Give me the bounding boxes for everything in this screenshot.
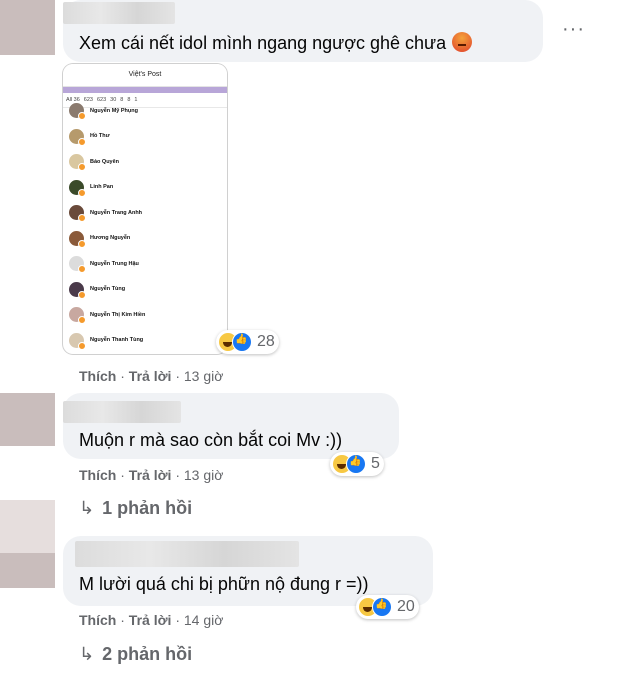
person-name: Nguyễn Trang Anhh: [90, 209, 143, 216]
count-item: 8: [120, 97, 124, 103]
avatar[interactable]: [0, 0, 55, 55]
list-item: Hương Nguyễn: [63, 226, 227, 252]
avatar[interactable]: [0, 500, 55, 588]
separator: ·: [171, 368, 184, 384]
like-reaction-icon: [346, 454, 366, 474]
person-name: Nguyễn Trung Hậu: [90, 260, 139, 267]
avatar: [69, 230, 86, 248]
like-reaction-icon: [372, 597, 392, 617]
replies-count-label: 2 phản hồi: [102, 644, 193, 664]
avatar: [69, 332, 86, 350]
separator: ·: [116, 467, 129, 483]
person-name: Nguyễn Thanh Tùng: [90, 337, 144, 344]
person-name: Hương Nguyễn: [90, 235, 131, 242]
person-name: Linh Pan: [90, 184, 114, 191]
reaction-count: 20: [397, 598, 415, 615]
count-item: 623: [83, 97, 93, 103]
avatar: [69, 154, 86, 172]
view-replies-link[interactable]: ↳ 1 phản hồi: [79, 498, 192, 519]
avatar: [69, 205, 86, 223]
list-item: Bảo Quyên: [63, 149, 227, 175]
reply-arrow-icon: ↳: [79, 498, 95, 518]
avatar: [69, 128, 86, 146]
list-item: Nguyễn Trang Anhh: [63, 200, 227, 226]
view-replies-link[interactable]: ↳ 2 phản hồi: [79, 644, 192, 665]
count-item: 1: [134, 97, 138, 103]
separator: ·: [171, 467, 184, 483]
separator: ·: [116, 612, 129, 628]
list-item: Nguyễn Trung Hậu: [63, 251, 227, 277]
count-item: All 36: [66, 97, 80, 103]
person-name: Hồ Thư: [90, 133, 110, 140]
separator: ·: [116, 368, 129, 384]
attached-image[interactable]: Việt's Post All 36 623 623 30 8 8 1 Nguy…: [63, 64, 227, 354]
reaction-summary[interactable]: 28: [216, 330, 279, 354]
avatar: [69, 307, 86, 325]
comment-timestamp[interactable]: 14 giờ: [184, 612, 224, 628]
avatar: [69, 103, 86, 121]
list-item: Hồ Thư: [63, 124, 227, 150]
comment-timestamp[interactable]: 13 giờ: [184, 467, 224, 483]
replies-count-label: 1 phản hồi: [102, 498, 193, 518]
commenter-name-blurred[interactable]: [63, 401, 181, 423]
reply-link[interactable]: Trả lời: [129, 467, 172, 483]
person-name: Nguyễn Thị Kim Hiền: [90, 311, 146, 318]
comment-actions: Thích · Trả lời · 13 giờ: [79, 368, 223, 384]
reaction-summary[interactable]: 5: [330, 452, 384, 476]
reply-link[interactable]: Trả lời: [129, 368, 172, 384]
list-item: Nguyễn Thanh Tùng: [63, 328, 227, 354]
count-item: 30: [110, 97, 117, 103]
reaction-count: 28: [257, 333, 275, 350]
like-link[interactable]: Thích: [79, 368, 116, 384]
avatar: [69, 281, 86, 299]
comment-text: Muộn r mà sao còn bắt coi Mv :)): [79, 430, 343, 450]
comment-actions: Thích · Trả lời · 13 giờ: [79, 467, 223, 483]
person-name: Nguyễn Tùng: [90, 286, 126, 293]
comment-text-content: Xem cái nết idol mình ngang ngược ghê ch…: [79, 33, 447, 53]
list-item: Nguyễn Tùng: [63, 277, 227, 303]
count-item: 8: [127, 97, 131, 103]
list-item: Nguyễn Thị Kim Hiền: [63, 302, 227, 328]
like-reaction-icon: [232, 332, 252, 352]
attached-image-title: Việt's Post: [63, 64, 227, 87]
avatar: [69, 256, 86, 274]
person-name: Nguyễn Mỹ Phụng: [90, 107, 138, 114]
reaction-summary[interactable]: 20: [356, 595, 419, 619]
comment-actions: Thích · Trả lời · 14 giờ: [79, 612, 223, 628]
comment-timestamp[interactable]: 13 giờ: [184, 368, 224, 384]
avatar[interactable]: [0, 393, 55, 446]
list-item: Linh Pan: [63, 175, 227, 201]
commenter-name-blurred[interactable]: [75, 541, 299, 567]
reply-link[interactable]: Trả lời: [129, 612, 172, 628]
count-item: 623: [96, 97, 107, 103]
person-name: Bảo Quyên: [90, 158, 120, 165]
avatar: [69, 179, 86, 197]
comment-text: M lười quá chi bị phữn nộ đung r =)): [79, 574, 369, 594]
commenter-name-blurred[interactable]: [63, 2, 175, 24]
reaction-count: 5: [371, 455, 380, 472]
comment-text: Xem cái nết idol mình ngang ngược ghê ch…: [79, 32, 473, 54]
like-link[interactable]: Thích: [79, 467, 116, 483]
reply-arrow-icon: ↳: [79, 644, 95, 664]
separator: ·: [171, 612, 184, 628]
like-link[interactable]: Thích: [79, 612, 116, 628]
angry-face-icon: [452, 32, 473, 52]
more-options-icon[interactable]: ···: [562, 18, 585, 41]
